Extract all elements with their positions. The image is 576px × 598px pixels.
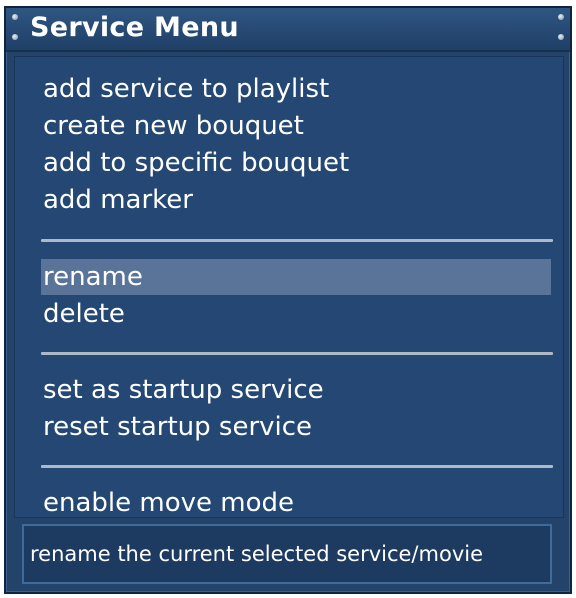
menu-item-label: reset startup service xyxy=(43,412,313,442)
screw-icon xyxy=(12,34,18,40)
menu-item-label: set as startup service xyxy=(43,375,324,405)
screw-icon xyxy=(558,34,564,40)
menu-item-delete[interactable]: delete xyxy=(41,296,551,332)
menu-item-reset-startup-service[interactable]: reset startup service xyxy=(41,409,551,445)
screw-icon xyxy=(12,14,18,20)
menu-item-add-marker[interactable]: add marker xyxy=(41,182,551,218)
title-bar: Service Menu xyxy=(6,8,570,52)
menu-item-label: create new bouquet xyxy=(43,111,304,141)
window-title: Service Menu xyxy=(30,12,239,43)
menu-list: add service to playlist create new bouqu… xyxy=(14,56,564,518)
menu-separator xyxy=(41,239,553,242)
menu-item-add-service-to-playlist[interactable]: add service to playlist xyxy=(41,71,551,107)
status-bar: rename the current selected service/movi… xyxy=(22,524,552,584)
menu-item-label: delete xyxy=(43,299,125,329)
menu-item-add-to-specific-bouquet[interactable]: add to specific bouquet xyxy=(41,145,551,181)
menu-item-create-new-bouquet[interactable]: create new bouquet xyxy=(41,108,551,144)
menu-item-rename[interactable]: rename xyxy=(41,259,551,295)
status-text: rename the current selected service/movi… xyxy=(30,542,483,566)
menu-item-label: enable move mode xyxy=(43,488,295,518)
menu-item-label: rename xyxy=(43,262,143,292)
menu-item-enable-move-mode[interactable]: enable move mode xyxy=(41,485,551,521)
menu-item-label: add to specific bouquet xyxy=(43,148,350,178)
menu-separator xyxy=(41,465,553,468)
menu-item-set-as-startup-service[interactable]: set as startup service xyxy=(41,372,551,408)
menu-item-label: add service to playlist xyxy=(43,74,330,104)
service-menu-window: Service Menu add service to playlist cre… xyxy=(4,6,572,594)
menu-separator xyxy=(41,352,553,355)
screw-icon xyxy=(558,14,564,20)
menu-item-label: add marker xyxy=(43,185,193,215)
